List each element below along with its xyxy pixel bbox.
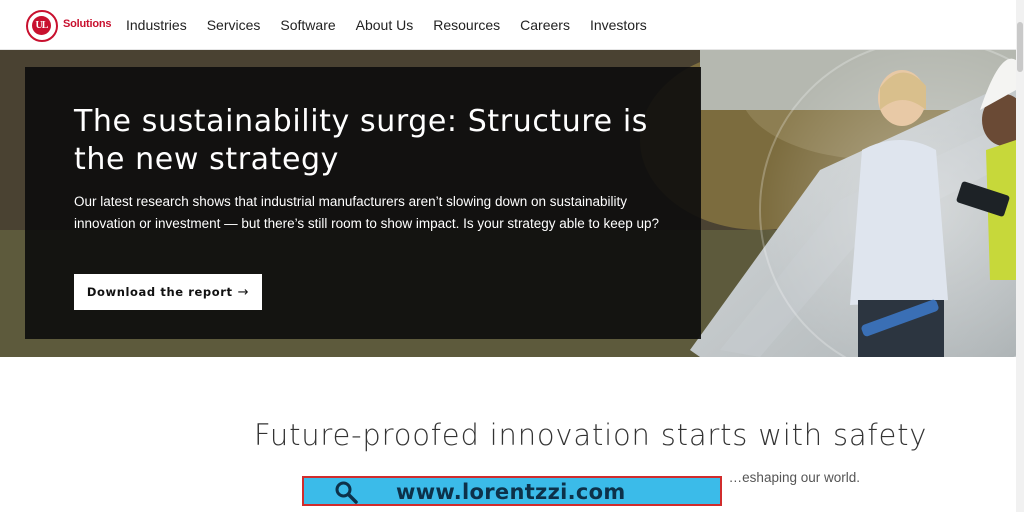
logo-ring: UL [26,10,58,42]
hero-title: The sustainability surge: Structure is t… [74,104,649,177]
scrollbar-thumb[interactable] [1017,22,1023,72]
page-scrollbar[interactable] [1016,0,1024,512]
nav-item-software[interactable]: Software [270,17,345,33]
nav-item-resources[interactable]: Resources [423,17,510,33]
main-menu: Industries Services Software About Us Re… [116,0,657,50]
watermark-banner: www.lorentzzi.com [302,476,722,506]
watermark-text: www.lorentzzi.com [396,480,626,504]
nav-item-industries[interactable]: Industries [116,17,197,33]
logo-text: Solutions [63,18,112,30]
download-report-label: Download the report [86,285,233,299]
hero-description: Our latest research shows that industria… [74,194,660,231]
hero-banner: The sustainability surge: Structure is t… [0,50,1016,357]
ul-solutions-logo[interactable]: UL Solutions [26,10,116,44]
arrow-right-icon: → [237,284,250,300]
search-icon [335,481,358,504]
hero-card: The sustainability surge: Structure is t… [25,67,701,339]
download-report-button[interactable]: Download the report → [74,274,262,310]
nav-item-services[interactable]: Services [197,17,271,33]
section-title: Future-proofed innovation starts with sa… [254,418,928,452]
nav-item-careers[interactable]: Careers [510,17,580,33]
nav-item-investors[interactable]: Investors [580,17,657,33]
logo-mark: UL [32,16,51,35]
top-navigation: UL Solutions Industries Services Softwar… [0,0,1024,50]
nav-item-about-us[interactable]: About Us [346,17,424,33]
